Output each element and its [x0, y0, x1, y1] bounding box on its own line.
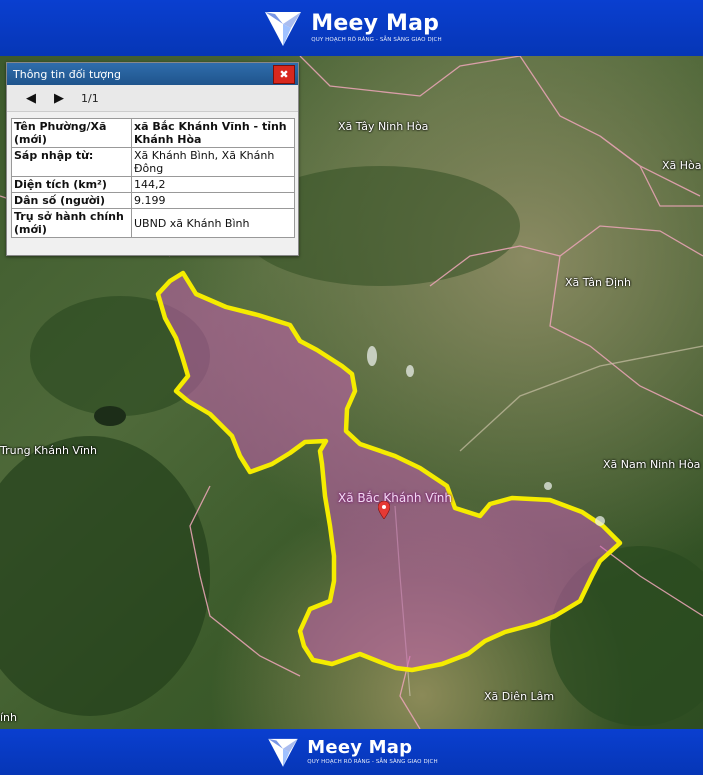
attribute-label: Trụ sở hành chính (mới) — [11, 208, 132, 238]
location-pin-icon[interactable] — [378, 501, 390, 519]
brand-tagline: QUY HOẠCH RÕ RÀNG - SẴN SÀNG GIAO DỊCH — [311, 36, 442, 43]
prev-arrow-icon: ◀ — [26, 90, 36, 106]
place-label-bac-khanh-vinh: Xã Bắc Khánh Vĩnh — [338, 491, 452, 505]
close-button[interactable]: ✖ — [273, 65, 295, 84]
table-row: Sáp nhập từ: Xã Khánh Bình, Xã Khánh Đôn… — [11, 147, 295, 177]
place-label-tay-ninh-hoa: Xã Tây Ninh Hòa — [338, 120, 429, 133]
table-row: Dân số (người) 9.199 — [11, 192, 295, 209]
satellite-map[interactable]: Xã Tây Ninh Hòa Xã Hòa Xã Tân Định Xã Na… — [0, 56, 703, 729]
close-icon: ✖ — [279, 68, 289, 81]
place-label-left-edge: ính — [0, 711, 17, 724]
attribute-label: Diện tích (km²) — [11, 176, 132, 193]
brand-name: Meey Map — [307, 736, 413, 758]
attribute-value: 9.199 — [131, 192, 295, 209]
brand-name: Meey Map — [311, 10, 440, 36]
pagination-bar: ◀ ▶ 1/1 — [7, 85, 298, 112]
bottom-banner: Meey Map QUY HOẠCH RÕ RÀNG - SẴN SÀNG GI… — [0, 729, 703, 775]
info-panel-header[interactable]: Thông tin đối tượng ✖ — [7, 63, 298, 85]
meey-logo-icon — [265, 12, 302, 46]
page-counter: 1/1 — [81, 91, 99, 105]
place-label-ninh-hoa: Xã Hòa — [662, 159, 702, 172]
attribute-label: Tên Phường/Xã (mới) — [11, 118, 132, 148]
brand-tagline: QUY HOẠCH RÕ RÀNG - SẴN SÀNG GIAO DỊCH — [307, 758, 438, 765]
table-row: Diện tích (km²) 144,2 — [11, 176, 295, 193]
attribute-value: 144,2 — [131, 176, 295, 193]
attribute-label: Dân số (người) — [11, 192, 132, 209]
meey-logo-icon — [268, 738, 299, 767]
next-button[interactable]: ▶ — [45, 88, 73, 108]
map-screenshot: Meey Map QUY HOẠCH RÕ RÀNG - SẴN SÀNG GI… — [0, 0, 703, 775]
table-row: Trụ sở hành chính (mới) UBND xã Khánh Bì… — [11, 208, 295, 238]
brand-logo: Meey Map QUY HOẠCH RÕ RÀNG - SẴN SÀNG GI… — [265, 734, 438, 770]
prev-button[interactable]: ◀ — [17, 88, 45, 108]
attribute-value: Xã Khánh Bình, Xã Khánh Đông — [131, 147, 295, 177]
attribute-label: Sáp nhập từ: — [11, 147, 132, 177]
attribute-value: xã Bắc Khánh Vĩnh - tỉnh Khánh Hòa — [131, 118, 295, 148]
feature-info-panel[interactable]: Thông tin đối tượng ✖ ◀ ▶ 1/1 Tên Phường… — [6, 62, 299, 256]
table-row: Tên Phường/Xã (mới) xã Bắc Khánh Vĩnh - … — [11, 118, 295, 148]
attribute-value: UBND xã Khánh Bình — [131, 208, 295, 238]
top-banner: Meey Map QUY HOẠCH RÕ RÀNG - SẴN SÀNG GI… — [0, 0, 703, 56]
place-label-nam-ninh-hoa: Xã Nam Ninh Hòa — [603, 458, 701, 471]
attribute-table: Tên Phường/Xã (mới) xã Bắc Khánh Vĩnh - … — [11, 118, 295, 238]
brand-logo: Meey Map QUY HOẠCH RÕ RÀNG - SẴN SÀNG GI… — [261, 6, 442, 50]
place-label-tan-dinh: Xã Tân Định — [565, 276, 631, 289]
place-label-trung-khanh-vinh: Trung Khánh Vĩnh — [0, 444, 97, 457]
info-panel-title: Thông tin đối tượng — [13, 67, 121, 81]
place-label-dien-lam: Xã Diên Lâm — [484, 690, 555, 703]
next-arrow-icon: ▶ — [54, 90, 64, 106]
